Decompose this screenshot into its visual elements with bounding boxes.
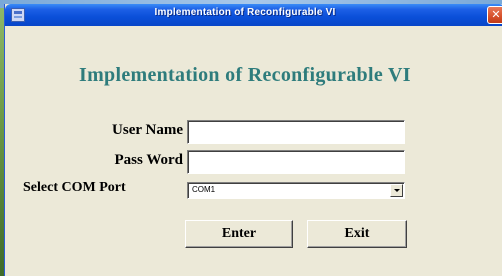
password-input[interactable] xyxy=(187,150,405,174)
enter-button[interactable]: Enter xyxy=(185,220,293,248)
com-port-selected-value: COM1 xyxy=(192,185,216,194)
password-label: Pass Word xyxy=(114,152,184,168)
user-name-input[interactable] xyxy=(187,120,405,144)
user-name-label: User Name xyxy=(112,122,183,138)
window-title: Implementation of Reconfigurable VI xyxy=(154,7,336,18)
close-icon: ✕ xyxy=(491,8,501,21)
close-button[interactable]: ✕ xyxy=(487,6,502,24)
exit-button[interactable]: Exit xyxy=(307,220,407,248)
chevron-down-icon[interactable] xyxy=(390,184,403,197)
title-bar[interactable]: Implementation of Reconfigurable VI ✕ xyxy=(5,4,502,26)
app-window: Implementation of Reconfigurable VI ✕ Im… xyxy=(4,4,502,276)
com-port-label: Select COM Port xyxy=(23,180,126,195)
com-port-select[interactable]: COM1 xyxy=(187,182,405,199)
form-heading: Implementation of Reconfigurable VI xyxy=(79,64,411,86)
